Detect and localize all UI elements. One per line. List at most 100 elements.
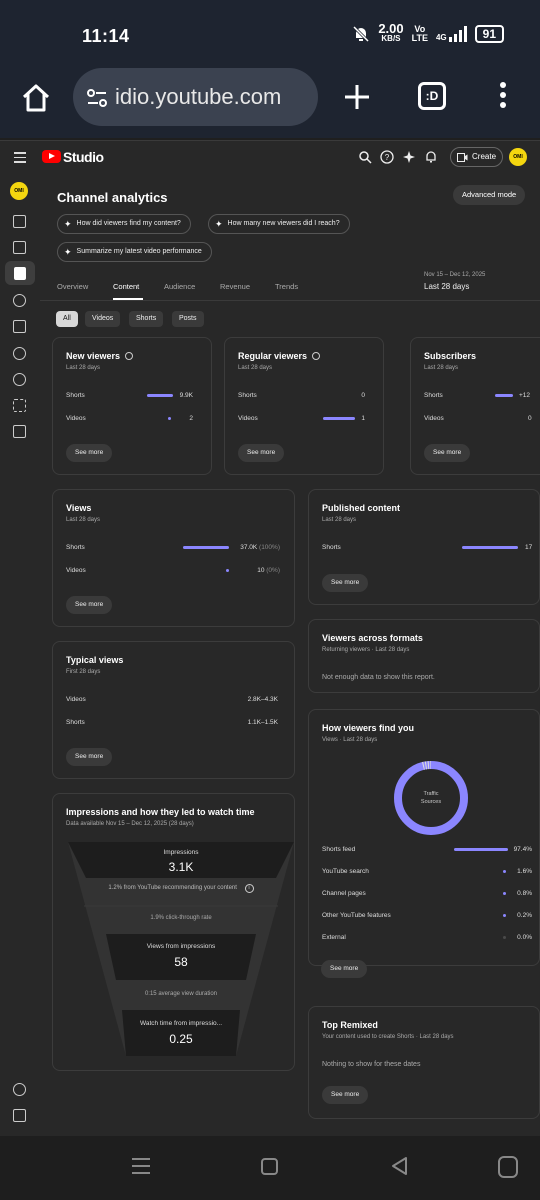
share-bar: [147, 394, 173, 397]
row-value: 97.4%: [513, 846, 532, 853]
question-chip[interactable]: ✦ How did viewers find my content?: [57, 214, 191, 234]
share-bar: [183, 546, 229, 549]
address-bar[interactable]: idio.youtube.com: [73, 68, 318, 126]
tab-audience[interactable]: Audience: [164, 282, 195, 291]
back-icon[interactable]: [390, 1156, 410, 1176]
filter-videos[interactable]: Videos: [85, 311, 121, 327]
info-clock-icon[interactable]: [125, 352, 134, 360]
card-title: Regular viewers: [238, 351, 321, 361]
help-icon[interactable]: ?: [380, 150, 394, 164]
row-value: 17: [525, 544, 533, 551]
tab-trends[interactable]: Trends: [275, 282, 298, 291]
settings-icon[interactable]: [13, 1083, 26, 1096]
advanced-mode-button[interactable]: Advanced mode: [453, 185, 526, 205]
filter-posts[interactable]: Posts: [172, 311, 204, 327]
card-subtitle: Data available Nov 15 – Dec 12, 2025 (28…: [66, 821, 194, 827]
row-value: 10 (0%): [257, 567, 280, 574]
audio-library-icon[interactable]: [13, 425, 26, 438]
info-clock-icon[interactable]: [312, 352, 321, 360]
views-card: Views Last 28 days Shorts 37.0K (100%) V…: [52, 489, 295, 627]
share-bar: [495, 394, 513, 397]
notifications-icon[interactable]: [424, 150, 438, 164]
card-subtitle: Last 28 days: [66, 517, 101, 523]
row-label: YouTube search: [322, 868, 369, 875]
card-title: Impressions and how they led to watch ti…: [66, 807, 255, 817]
views-label: Views from impressions: [146, 943, 216, 950]
copyright-icon[interactable]: [13, 347, 26, 360]
row-value: 0.2%: [517, 912, 532, 919]
see-more-button[interactable]: See more: [321, 960, 368, 978]
network-speed: 2.00 KB/S: [378, 21, 404, 43]
see-more-button[interactable]: See more: [66, 748, 113, 766]
search-icon[interactable]: [358, 150, 372, 164]
row-value: 37.0K (100%): [240, 544, 280, 551]
assistant-icon[interactable]: [498, 1156, 518, 1178]
studio-brand[interactable]: Studio: [63, 149, 104, 165]
channel-avatar[interactable]: OMI: [10, 182, 28, 200]
row-label: Videos: [66, 696, 86, 703]
see-more-button[interactable]: See more: [66, 596, 113, 614]
watch-time-value: 0.25: [169, 1032, 193, 1046]
home-icon[interactable]: [20, 82, 52, 114]
ctr-text: 1.9% click-through rate: [150, 915, 212, 921]
recents-menu-icon[interactable]: [132, 1158, 150, 1179]
card-subtitle: Returning viewers · Last 28 days: [322, 647, 410, 653]
row-label: Videos: [66, 567, 86, 574]
share-dot: [226, 569, 229, 572]
card-title: How viewers find you: [322, 723, 415, 733]
row-value: 2.8K–4.3K: [247, 696, 278, 703]
filter-shorts[interactable]: Shorts: [129, 311, 164, 327]
create-button[interactable]: Create: [450, 147, 504, 167]
customization-icon[interactable]: [13, 399, 26, 412]
see-more-button[interactable]: See more: [238, 444, 285, 462]
subtitles-icon[interactable]: [13, 320, 26, 333]
date-range-detail[interactable]: Nov 15 – Dec 12, 2025: [424, 272, 485, 278]
row-value: 1.1K–1.5K: [247, 719, 278, 726]
account-avatar[interactable]: OMI: [509, 148, 527, 166]
feedback-icon[interactable]: [13, 1109, 26, 1122]
see-more-button[interactable]: See more: [322, 1086, 369, 1104]
more-vert-icon[interactable]: [496, 82, 510, 112]
card-subtitle: First 28 days: [66, 669, 101, 675]
menu-icon[interactable]: [14, 152, 26, 163]
sparkle-icon[interactable]: [402, 150, 416, 164]
site-settings-icon[interactable]: [85, 86, 109, 110]
row-label: External: [322, 934, 346, 941]
community-icon[interactable]: [13, 294, 26, 307]
tab-overview[interactable]: Overview: [57, 282, 88, 291]
tab-switcher-button[interactable]: :D: [418, 82, 446, 110]
see-more-button[interactable]: See more: [322, 574, 369, 592]
tab-revenue[interactable]: Revenue: [220, 282, 250, 291]
share-dot: [503, 892, 506, 895]
viewers-across-formats-card: Viewers across formats Returning viewers…: [308, 619, 540, 693]
mute-bell-icon: [353, 25, 370, 43]
dashboard-icon[interactable]: [13, 215, 26, 228]
home-square-icon[interactable]: [261, 1158, 278, 1175]
date-range-picker[interactable]: Last 28 days: [424, 282, 469, 291]
info-icon[interactable]: i: [244, 884, 254, 893]
see-more-button[interactable]: See more: [424, 444, 471, 462]
card-subtitle: Last 28 days: [238, 365, 273, 371]
content-icon[interactable]: [13, 241, 26, 254]
new-tab-icon[interactable]: [342, 82, 372, 112]
question-chip[interactable]: ✦ Summarize my latest video performance: [57, 242, 212, 262]
youtube-logo-icon[interactable]: [42, 150, 61, 163]
signal-icon: 4G: [436, 26, 467, 42]
see-more-button[interactable]: See more: [66, 444, 113, 462]
share-bar: [454, 848, 508, 851]
earn-icon[interactable]: [13, 373, 26, 386]
row-value: 0.0%: [517, 934, 532, 941]
card-title: Views: [66, 503, 92, 513]
row-value: 1: [361, 415, 365, 422]
row-label: Other YouTube features: [322, 912, 391, 919]
filter-all[interactable]: All: [56, 311, 78, 327]
regular-viewers-card: Regular viewers Last 28 days Shorts 0 Vi…: [224, 337, 384, 475]
card-subtitle: Last 28 days: [322, 517, 357, 523]
avg-duration-text: 0:15 average view duration: [144, 991, 218, 997]
impressions-label: Impressions: [163, 849, 199, 856]
tabs-divider: [40, 300, 540, 301]
tab-content[interactable]: Content: [113, 282, 139, 291]
analytics-icon[interactable]: [5, 261, 35, 285]
row-label: Videos: [66, 415, 86, 422]
question-chip[interactable]: ✦ How many new viewers did I reach?: [208, 214, 350, 234]
